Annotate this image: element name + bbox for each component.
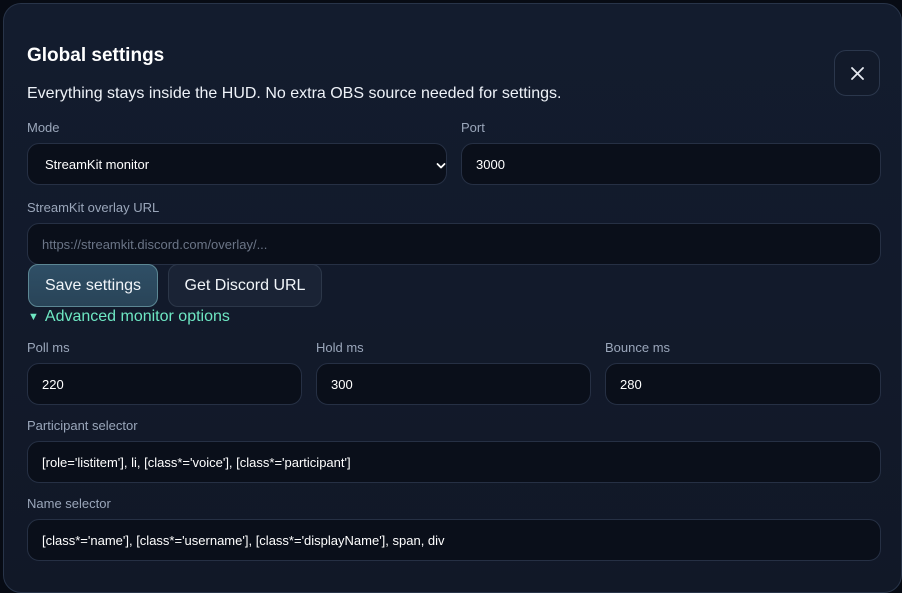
hold-ms-label: Hold ms	[316, 340, 364, 355]
name-selector-label: Name selector	[27, 496, 111, 511]
disclosure-triangle-icon: ▼	[28, 311, 39, 323]
dialog-subtitle: Everything stays inside the HUD. No extr…	[27, 85, 562, 102]
overlay-url-label: StreamKit overlay URL	[27, 200, 160, 215]
port-input[interactable]	[461, 143, 881, 185]
bounce-ms-input[interactable]	[605, 363, 881, 405]
settings-dialog: Global settings Everything stays inside …	[3, 3, 902, 593]
save-settings-button[interactable]: Save settings	[28, 264, 158, 307]
port-label: Port	[461, 120, 485, 135]
hold-ms-input[interactable]	[316, 363, 591, 405]
mode-select[interactable]: StreamKit monitor	[27, 143, 447, 185]
advanced-options-label: Advanced monitor options	[44, 308, 230, 325]
participant-selector-label: Participant selector	[27, 418, 138, 433]
dialog-title: Global settings	[27, 45, 165, 66]
close-icon	[851, 67, 864, 80]
name-selector-input[interactable]	[27, 519, 881, 561]
get-discord-url-button[interactable]: Get Discord URL	[168, 264, 322, 307]
advanced-options-toggle[interactable]: ▼ Advanced monitor options	[28, 307, 230, 327]
poll-ms-input[interactable]	[27, 363, 302, 405]
mode-label: Mode	[27, 120, 60, 135]
poll-ms-label: Poll ms	[27, 340, 70, 355]
participant-selector-input[interactable]	[27, 441, 881, 483]
bounce-ms-label: Bounce ms	[605, 340, 671, 355]
overlay-url-input[interactable]	[27, 223, 881, 265]
close-button[interactable]	[834, 50, 880, 96]
